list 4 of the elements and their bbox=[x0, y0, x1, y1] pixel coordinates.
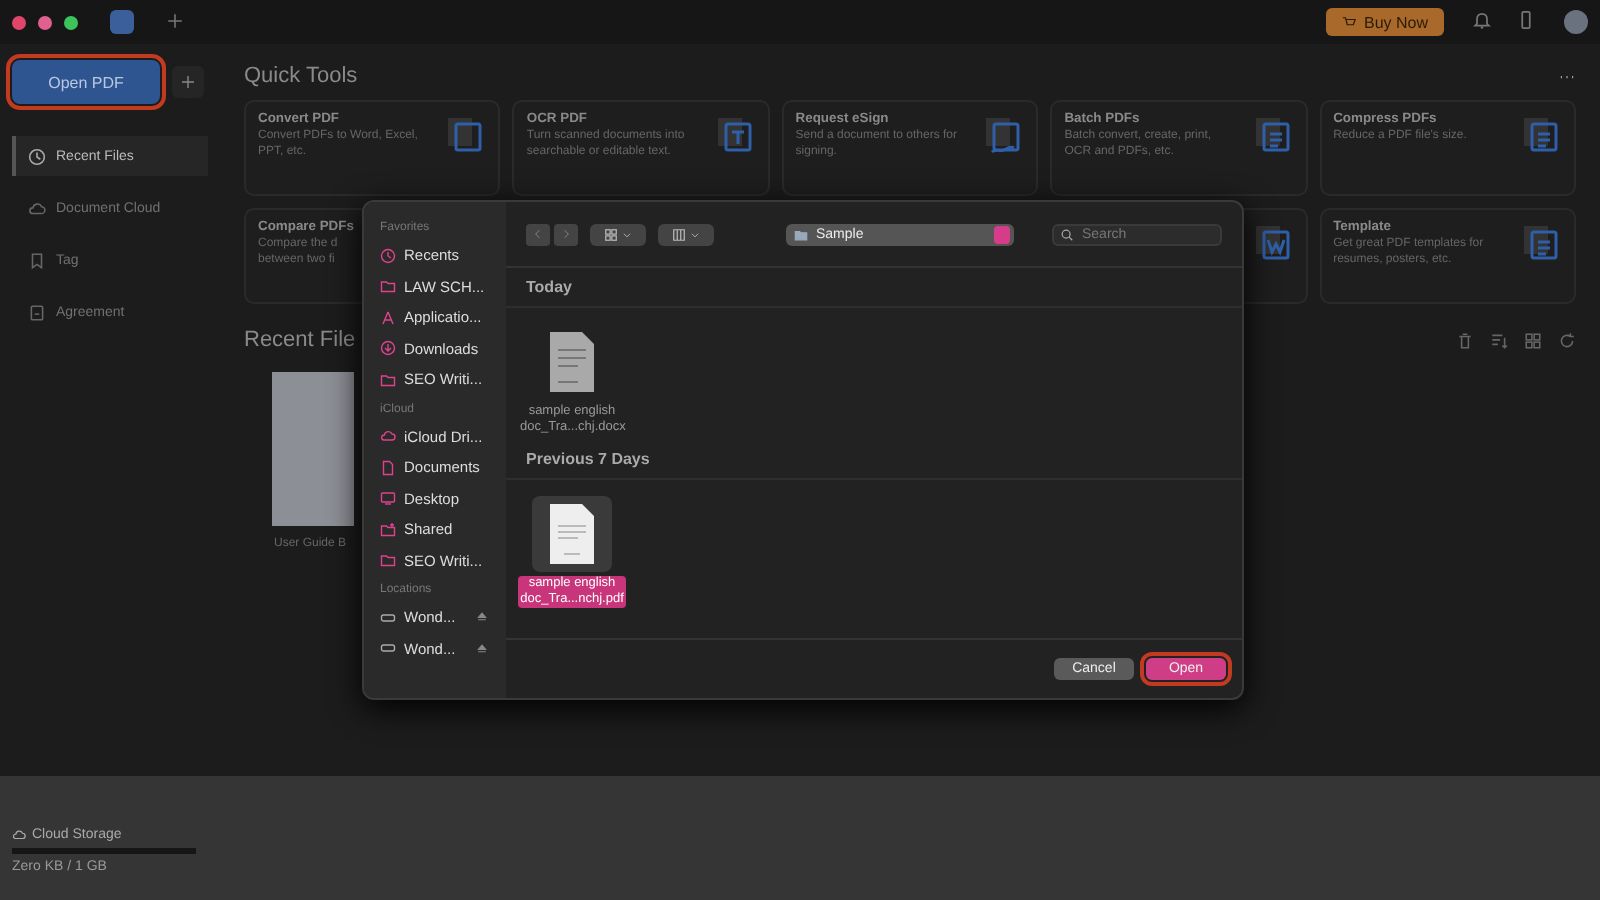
section-header: Previous 7 Days bbox=[506, 440, 1242, 480]
section-header: Today bbox=[506, 268, 1242, 308]
section-heading: Recent File bbox=[244, 328, 356, 352]
section-heading: Quick Tools bbox=[244, 64, 358, 88]
